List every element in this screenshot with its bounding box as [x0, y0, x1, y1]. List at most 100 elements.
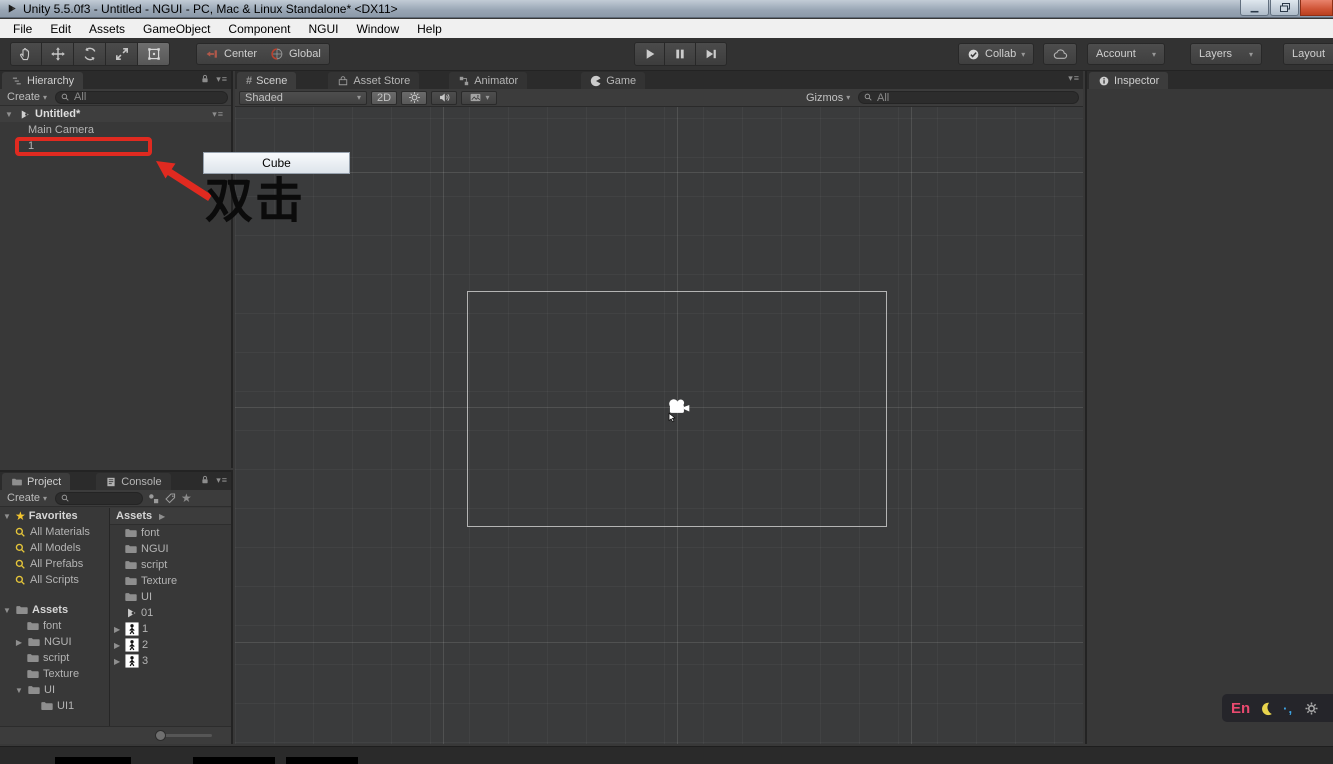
favorite-label: All Scripts — [30, 574, 79, 586]
hierarchy-scene-row[interactable]: ▼ Untitled* ▾≡ — [0, 106, 231, 122]
tab-inspector[interactable]: Inspector — [1089, 72, 1169, 89]
expand-triangle-icon[interactable]: ▶ — [112, 641, 122, 650]
menu-edit[interactable]: Edit — [41, 21, 80, 37]
gear-icon[interactable] — [1304, 701, 1319, 716]
tree-assets-root[interactable]: ▼ Assets — [0, 602, 109, 618]
lock-icon[interactable] — [199, 73, 211, 85]
menu-window[interactable]: Window — [347, 21, 408, 37]
minimize-button[interactable]: ▁ — [1240, 0, 1269, 16]
tab-console[interactable]: Console — [96, 473, 171, 490]
panel-menu-icon[interactable]: ▾≡ — [1068, 73, 1080, 84]
expand-triangle-icon[interactable]: ▼ — [2, 606, 12, 615]
asset-folder-texture[interactable]: Texture — [110, 573, 231, 589]
close-button[interactable] — [1300, 0, 1333, 16]
ime-punctuation-toggle[interactable]: ·, — [1283, 701, 1293, 716]
cloud-icon — [1053, 47, 1068, 62]
space-toggle-button[interactable]: Global — [262, 43, 330, 65]
tree-folder-font[interactable]: font — [0, 618, 109, 634]
tab-asset-store[interactable]: Asset Store — [328, 72, 420, 89]
project-create-dropdown[interactable]: Create ▾ — [3, 492, 51, 504]
scene-viewport[interactable] — [235, 107, 1083, 744]
effects-dropdown-button[interactable]: ▾ — [461, 90, 498, 105]
folder-icon — [124, 558, 138, 572]
panel-menu-icon[interactable]: ▾≡ — [216, 475, 228, 486]
moon-icon[interactable] — [1259, 701, 1274, 716]
slider-track[interactable] — [155, 730, 212, 741]
cloud-button[interactable] — [1043, 43, 1077, 65]
gizmos-dropdown[interactable]: Gizmos ▾ — [801, 91, 853, 105]
lock-icon[interactable] — [199, 474, 211, 486]
asset-folder-ui[interactable]: UI — [110, 589, 231, 605]
tree-folder-texture[interactable]: Texture — [0, 666, 109, 682]
tab-animator[interactable]: Animator — [449, 72, 528, 89]
asset-scene-01[interactable]: 01 — [110, 605, 231, 621]
asset-label: font — [141, 527, 160, 539]
asset-folder-script[interactable]: script — [110, 557, 231, 573]
slider-knob[interactable] — [155, 730, 166, 741]
favorites-label: Favorites — [28, 510, 78, 522]
panel-menu-icon[interactable]: ▾≡ — [212, 109, 224, 120]
asset-folder-ngui[interactable]: NGUI — [110, 541, 231, 557]
tab-scene-label: Scene — [256, 74, 288, 87]
favorite-all-scripts[interactable]: All Scripts — [0, 572, 109, 588]
restore-button[interactable] — [1270, 0, 1299, 16]
thumbnail-size-slider[interactable] — [0, 726, 231, 744]
rect-tool-button[interactable] — [138, 42, 170, 66]
tab-scene[interactable]: # Scene — [237, 72, 297, 89]
project-search-input[interactable] — [55, 491, 144, 505]
scale-tool-button[interactable] — [106, 42, 138, 66]
favorite-all-models[interactable]: All Models — [0, 540, 109, 556]
menu-file[interactable]: File — [4, 21, 41, 37]
expand-triangle-icon[interactable]: ▼ — [2, 512, 12, 521]
menu-assets[interactable]: Assets — [80, 21, 134, 37]
tree-folder-ngui[interactable]: ▶ NGUI — [0, 634, 109, 650]
collab-button[interactable]: Collab ▾ — [958, 43, 1035, 65]
asset-folder-font[interactable]: font — [110, 525, 231, 541]
menu-ngui[interactable]: NGUI — [299, 21, 347, 37]
favorite-all-prefabs[interactable]: All Prefabs — [0, 556, 109, 572]
account-dropdown[interactable]: Account ▾ — [1087, 43, 1165, 65]
tab-hierarchy[interactable]: Hierarchy — [2, 72, 84, 89]
2d-toggle-button[interactable]: 2D — [371, 90, 398, 105]
expand-triangle-icon[interactable]: ▶ — [112, 625, 122, 634]
asset-sprite-1[interactable]: ▶ 1 — [110, 621, 231, 637]
tree-folder-ui1[interactable]: UI1 — [0, 698, 109, 714]
search-by-label-icon[interactable] — [164, 492, 177, 505]
layers-dropdown[interactable]: Layers ▾ — [1190, 43, 1262, 65]
step-button[interactable] — [696, 42, 727, 66]
panel-menu-icon[interactable]: ▾≡ — [216, 74, 228, 85]
hierarchy-search-input[interactable]: All — [55, 90, 228, 104]
hand-tool-button[interactable] — [10, 42, 42, 66]
layout-dropdown[interactable]: Layout — [1283, 43, 1333, 65]
expand-triangle-icon[interactable]: ▼ — [14, 686, 24, 695]
search-by-type-icon[interactable] — [147, 492, 160, 505]
pause-button[interactable] — [665, 42, 696, 66]
favorites-root[interactable]: ▼ ★ Favorites — [0, 508, 109, 524]
menu-help[interactable]: Help — [408, 21, 451, 37]
favorite-all-materials[interactable]: All Materials — [0, 524, 109, 540]
tab-project[interactable]: Project — [2, 473, 71, 490]
expand-triangle-icon[interactable]: ▶ — [112, 657, 122, 666]
asset-sprite-2[interactable]: ▶ 2 — [110, 637, 231, 653]
hierarchy-item-main-camera[interactable]: Main Camera — [0, 122, 231, 138]
rotate-tool-button[interactable] — [74, 42, 106, 66]
move-tool-button[interactable] — [42, 42, 74, 66]
menu-gameobject[interactable]: GameObject — [134, 21, 219, 37]
ime-language-toggle[interactable]: En — [1231, 700, 1250, 717]
scene-search-input[interactable]: All — [858, 91, 1079, 104]
audio-toggle-button[interactable] — [431, 90, 458, 105]
pivot-toggle-button[interactable]: Center — [196, 43, 267, 65]
expand-triangle-icon[interactable]: ▶ — [14, 638, 24, 647]
saved-search-star-icon[interactable]: ★ — [181, 492, 192, 504]
menu-component[interactable]: Component — [219, 21, 299, 37]
tree-folder-script[interactable]: script — [0, 650, 109, 666]
hierarchy-create-dropdown[interactable]: Create ▾ — [3, 91, 51, 103]
lighting-toggle-button[interactable] — [401, 90, 428, 105]
play-button[interactable] — [634, 42, 665, 66]
breadcrumb[interactable]: Assets ▶ — [110, 508, 231, 525]
asset-sprite-3[interactable]: ▶ 3 — [110, 653, 231, 669]
tab-game[interactable]: Game — [581, 72, 646, 89]
shading-mode-dropdown[interactable]: Shaded ▾ — [239, 90, 367, 105]
expand-triangle-icon[interactable]: ▼ — [4, 110, 14, 119]
tree-folder-ui[interactable]: ▼ UI — [0, 682, 109, 698]
